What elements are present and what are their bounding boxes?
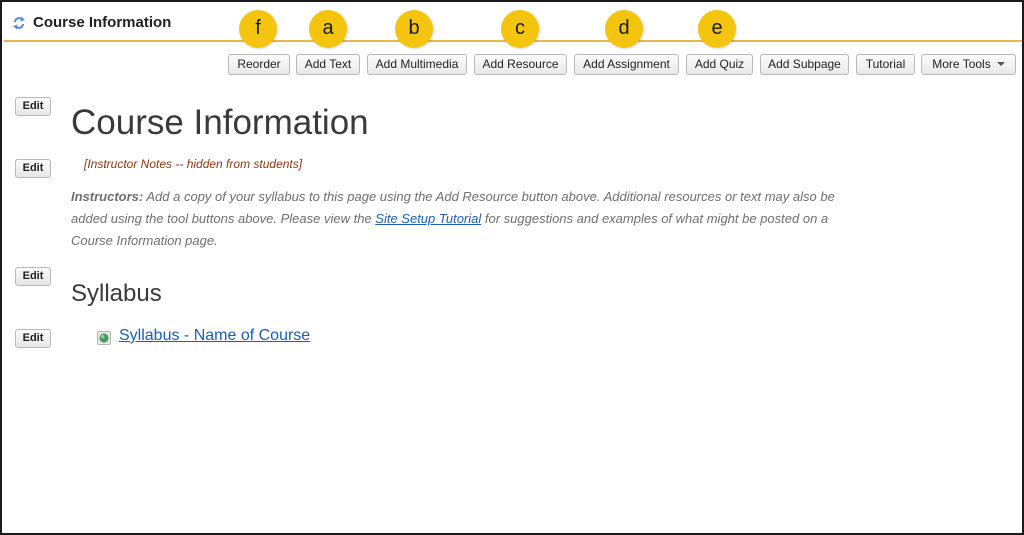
edit-resource-button[interactable]: Edit xyxy=(15,329,51,348)
add-multimedia-button[interactable]: Add Multimedia xyxy=(367,54,467,75)
edit-section-button[interactable]: Edit xyxy=(15,267,51,286)
syllabus-resource-link[interactable]: Syllabus - Name of Course xyxy=(119,327,310,345)
callout-marker-add-quiz: e xyxy=(698,10,736,48)
site-setup-tutorial-link[interactable]: Site Setup Tutorial xyxy=(375,211,481,226)
callout-marker-add-text: a xyxy=(309,10,347,48)
edit-text-button[interactable]: Edit xyxy=(15,159,51,178)
callout-marker-add-resource: c xyxy=(501,10,539,48)
add-text-button[interactable]: Add Text xyxy=(296,54,360,75)
instructor-instructions: Instructors: Add a copy of your syllabus… xyxy=(71,186,851,252)
edit-heading-button[interactable]: Edit xyxy=(15,97,51,116)
callout-marker-add-assignment: d xyxy=(605,10,643,48)
instructor-notes-label: [Instructor Notes -- hidden from student… xyxy=(84,157,303,171)
window-frame: Course Information f a b c d e Reorder A… xyxy=(0,0,1024,535)
caret-down-icon xyxy=(996,62,1005,66)
tutorial-button[interactable]: Tutorial xyxy=(856,54,915,75)
callout-marker-add-multimedia: b xyxy=(395,10,433,48)
page-tool-title: Course Information xyxy=(33,14,172,31)
more-tools-button[interactable]: More Tools xyxy=(921,54,1016,75)
section-heading: Syllabus xyxy=(71,280,162,307)
add-assignment-button[interactable]: Add Assignment xyxy=(574,54,679,75)
refresh-arrows-icon[interactable] xyxy=(12,15,26,31)
web-resource-icon xyxy=(97,331,111,345)
more-tools-label: More Tools xyxy=(932,57,991,71)
callout-marker-reorder: f xyxy=(239,10,277,48)
page-title: Course Information xyxy=(71,103,369,142)
reorder-button[interactable]: Reorder xyxy=(228,54,290,75)
add-resource-button[interactable]: Add Resource xyxy=(474,54,567,75)
add-subpage-button[interactable]: Add Subpage xyxy=(760,54,849,75)
instructions-lead: Instructors: xyxy=(71,189,144,204)
add-quiz-button[interactable]: Add Quiz xyxy=(686,54,753,75)
